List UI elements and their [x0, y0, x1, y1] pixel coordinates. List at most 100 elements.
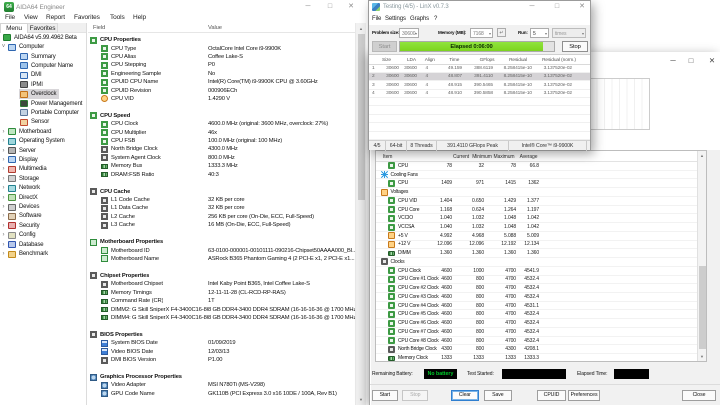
sst-close-button[interactable]: Close — [682, 390, 716, 401]
field-row-north-bridge-clock[interactable]: North Bridge Clock 4300.0 MHz — [88, 145, 355, 153]
section-cpu-properties[interactable]: CPU Properties — [88, 36, 355, 44]
linx-result-row-5[interactable] — [369, 98, 590, 107]
tab-menu[interactable]: Menu — [0, 23, 28, 33]
tree-chevron-icon[interactable]: › — [0, 195, 7, 201]
field-row-l2-cache[interactable]: L2 Cache 256 KB per core (On-Die, ECC, Fu… — [88, 213, 355, 221]
linx-titlebar[interactable]: Testing (4/5) - LinX v0.7.3 ─ □ ✕ — [369, 1, 590, 14]
linx-start-button[interactable]: Start — [372, 41, 397, 52]
sidebar-item-computer-name[interactable]: Computer Name — [0, 61, 86, 70]
pane-scrollbar[interactable]: ▲ ▼ — [355, 23, 366, 405]
field-row-cpu-alias[interactable]: CPU Alias Coffee Lake-S — [88, 53, 355, 61]
tree-chevron-icon[interactable]: › — [0, 251, 7, 257]
sidebar-item-display[interactable]: › Display — [0, 155, 86, 164]
aida64-titlebar[interactable]: 64 AIDA64 Engineer ─ □ ✕ — [0, 0, 720, 14]
linx-menu-settings[interactable]: Settings — [385, 16, 406, 22]
linx-result-row-3[interactable]: 3 30600 30600 4 48.915 390.5465 8.258415e-10 3.… — [369, 81, 590, 90]
field-row-memory-bus[interactable]: Memory Bus 1333.3 MHz — [88, 162, 355, 170]
tab-favorites[interactable]: Favorites — [28, 23, 58, 33]
section-graphics-processor-properties[interactable]: Graphics Processor Properties — [88, 373, 355, 381]
tree-chevron-icon[interactable]: › — [0, 242, 7, 248]
aida64-minimize-button[interactable]: ─ — [298, 0, 318, 13]
field-row-cpu-stepping[interactable]: CPU Stepping P0 — [88, 61, 355, 69]
sidebar-item-dmi[interactable]: DMI — [0, 71, 86, 80]
field-row-system-agent-clock[interactable]: System Agent Clock 800.0 MHz — [88, 154, 355, 162]
sst-save-button[interactable]: Save — [484, 390, 512, 401]
section-bios-properties[interactable]: BIOS Properties — [88, 331, 355, 339]
field-row-l3-cache[interactable]: L3 Cache 16 MB (On-Die, ECC, Full-Speed) — [88, 221, 355, 229]
scroll-up-icon[interactable]: ▲ — [356, 26, 366, 31]
field-row-video-bios-date[interactable]: Video BIOS Date 12/03/13 — [88, 347, 355, 356]
sidebar-item-benchmark[interactable]: › Benchmark — [0, 249, 86, 258]
sidebar-item-operating-system[interactable]: › Operating System — [0, 136, 86, 145]
field-row-cpu-clock[interactable]: CPU Clock 4600.0 MHz (original: 3600 MHz,… — [88, 120, 355, 128]
field-row-dimm4-g-skill-sniperx-f4-3400c16-8g-[interactable]: DIMM4: G Skill SniperX F4-3400C16-8G... 8… — [88, 314, 358, 322]
sidebar-item-power-management[interactable]: Power Management — [0, 99, 86, 108]
menu-help[interactable]: Help — [133, 14, 146, 21]
run-count-combo[interactable]: 5 ▾ — [530, 27, 549, 38]
sidebar-item-multimedia[interactable]: › Multimedia — [0, 165, 86, 174]
field-row-dmi-bios-version[interactable]: DMI BIOS Version P1.00 — [88, 356, 355, 364]
sidebar-item-network[interactable]: › Network — [0, 184, 86, 193]
field-row-dram-fsb-ratio[interactable]: DRAM:FSB Ratio 40:3 — [88, 170, 355, 178]
field-row-cpu-vid[interactable]: CPU VID 1.4290 V — [88, 95, 355, 103]
tree-chevron-icon[interactable]: › — [0, 157, 7, 163]
aida64-maximize-button[interactable]: □ — [320, 0, 340, 13]
field-row-cpuid-revision[interactable]: CPUID Revision 000906ECh — [88, 86, 355, 95]
field-row-cpuid-cpu-name[interactable]: CPUID CPU Name Intel(R) Core(TM) i9-9900K… — [88, 78, 355, 86]
menu-tools[interactable]: Tools — [110, 14, 125, 21]
run-unit-combo[interactable]: times ▾ — [552, 27, 586, 38]
field-row-l1-data-cache[interactable]: L1 Data Cache 32 KB per core — [88, 204, 355, 212]
tree-chevron-icon[interactable]: ˅ — [0, 44, 7, 50]
field-row-dimm2-g-skill-sniperx-f4-3400c16-8g-[interactable]: DIMM2: G Skill SniperX F4-3400C16-8G... 8… — [88, 305, 358, 313]
sidebar-item-portable-computer[interactable]: Portable Computer — [0, 108, 86, 117]
field-row-cpu-multiplier[interactable]: CPU Multiplier 46x — [88, 129, 355, 137]
tree-chevron-icon[interactable]: › — [0, 166, 7, 172]
linx-menu-file[interactable]: File — [372, 16, 381, 22]
sidebar-item-config[interactable]: › Config — [0, 231, 86, 240]
section-cpu-speed[interactable]: CPU Speed — [88, 112, 355, 120]
sidebar-item-security[interactable]: › Security — [0, 221, 86, 230]
field-row-l1-code-cache[interactable]: L1 Code Cache 32 KB per core — [88, 196, 355, 204]
tree-chevron-icon[interactable]: › — [0, 213, 7, 219]
linx-result-row-6[interactable] — [369, 107, 590, 115]
linx-result-row-4[interactable]: 4 30600 30600 4 48.910 390.5858 8.258415e-10 3.… — [369, 90, 590, 99]
sidebar-item-storage[interactable]: › Storage — [0, 174, 86, 183]
field-row-gpu-code-name[interactable]: GPU Code Name GK110B (PCI Express 3.0 x16… — [88, 390, 355, 398]
field-row-video-adapter[interactable]: Video Adapter MSI N780Ti (MS-V298) — [88, 381, 355, 389]
field-row-system-bios-date[interactable]: System BIOS Date 01/09/2019 — [88, 339, 355, 347]
sidebar-item-directx[interactable]: › DirectX — [0, 193, 86, 202]
problem-size-combo[interactable]: 30600 ▾ — [399, 27, 419, 38]
menu-report[interactable]: Report — [46, 14, 65, 21]
pane-scrollbar-thumb[interactable] — [358, 34, 365, 200]
linx-result-row-8[interactable] — [369, 123, 590, 132]
tree-chevron-icon[interactable]: › — [0, 223, 7, 229]
sst-clear-button[interactable]: Clear — [450, 390, 479, 401]
linx-result-row-7[interactable] — [369, 115, 590, 124]
field-row-motherboard-chipset[interactable]: Motherboard Chipset Intel Kaby Point B365… — [88, 280, 355, 288]
tree-chevron-icon[interactable]: › — [0, 185, 7, 191]
tree-chevron-icon[interactable]: › — [0, 129, 7, 135]
sidebar-item-database[interactable]: › Database — [0, 240, 86, 249]
sst-stop-button[interactable]: Stop — [402, 390, 429, 401]
scroll-down-icon[interactable]: ▼ — [356, 397, 366, 402]
memory-combo[interactable]: 7168 ▾ — [470, 27, 493, 38]
linx-result-row-9[interactable] — [369, 132, 590, 141]
sidebar-item-sensor[interactable]: Sensor — [0, 118, 86, 127]
sidebar-item-overclock[interactable]: Overclock — [0, 89, 86, 99]
tree-chevron-icon[interactable]: › — [0, 176, 7, 182]
field-row-memory-timings[interactable]: Memory Timings 12-11-11-28 (CL-RCD-RP-RAS… — [88, 289, 355, 297]
linx-result-row-2[interactable]: 2 30600 30600 4 48.807 391.4110 8.258415e-10 3.… — [369, 72, 590, 82]
sst-start-button[interactable]: Start — [372, 390, 398, 401]
field-row-motherboard-id[interactable]: Motherboard ID 63-0100-000001-00101111-09… — [88, 246, 357, 255]
section-chipset-properties[interactable]: Chipset Properties — [88, 272, 355, 280]
field-row-motherboard-name[interactable]: Motherboard Name ASRock B365 Phantom Gami… — [88, 255, 355, 263]
menu-view[interactable]: View — [24, 14, 38, 21]
linx-maximize-button[interactable]: □ — [547, 1, 567, 13]
field-row-cpu-fsb[interactable]: CPU FSB 100.0 MHz (original: 100 MHz) — [88, 137, 355, 145]
sidebar-item-computer[interactable]: ˅ Computer — [0, 42, 86, 51]
sst-cpuid-button[interactable]: CPUID — [537, 390, 566, 401]
linx-result-row-1[interactable]: 1 30600 30600 4 49.159 388.6119 8.258415e-10 3.… — [369, 65, 590, 73]
linx-minimize-button[interactable]: ─ — [522, 1, 542, 13]
linx-menu-graphs[interactable]: Graphs — [410, 16, 429, 22]
tree-chevron-icon[interactable]: › — [0, 148, 7, 154]
